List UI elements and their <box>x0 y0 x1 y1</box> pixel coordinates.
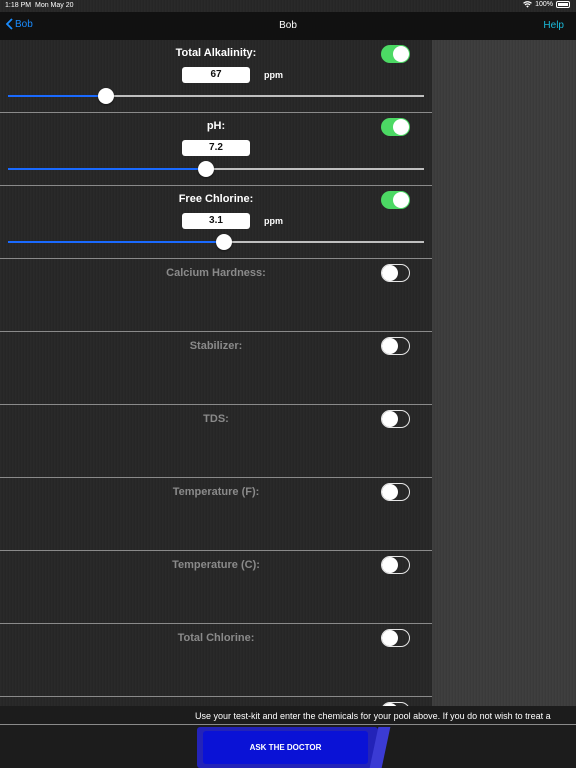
battery-icon <box>556 1 570 8</box>
row-free-chlorine: Free Chlorine: 3.1 ppm <box>0 186 432 259</box>
toggle-knob <box>393 119 409 135</box>
slider-thumb[interactable] <box>197 161 214 177</box>
toggle-calcium-hardness[interactable] <box>381 264 410 282</box>
toggle-total-alkalinity[interactable] <box>381 45 410 63</box>
slider-free-chlorine[interactable] <box>8 234 424 250</box>
row-ph: pH: 7.2 <box>0 113 432 186</box>
unit-label: ppm <box>264 70 283 80</box>
instruction-text: Use your test-kit and enter the chemical… <box>195 711 551 721</box>
row-total-alkalinity: Total Alkalinity: 67 ppm <box>0 40 432 113</box>
status-right: 100% <box>523 1 570 8</box>
toggle-knob <box>382 411 398 427</box>
slider-thumb[interactable] <box>216 234 233 250</box>
row-label: pH: <box>206 120 226 132</box>
wifi-icon <box>523 1 532 8</box>
value-field-total-alkalinity[interactable]: 67 <box>182 67 250 83</box>
toggle-stabilizer[interactable] <box>381 337 410 355</box>
status-bar: 1:18 PM Mon May 20 100% <box>0 0 576 12</box>
instruction-ticker: Use your test-kit and enter the chemical… <box>0 711 576 723</box>
battery-percent: 100% <box>535 1 553 8</box>
row-total-chlorine: Total Chlorine: <box>0 624 432 697</box>
status-date: Mon May 20 <box>35 2 74 9</box>
slider-fill <box>8 168 206 170</box>
bottom-area: Use your test-kit and enter the chemical… <box>0 706 576 768</box>
toggle-total-chlorine[interactable] <box>381 629 410 647</box>
row-label: TDS: <box>203 413 229 425</box>
button-wedge <box>369 727 391 768</box>
row-temperature-c: Temperature (C): <box>0 551 432 624</box>
row-temperature-f: Temperature (F): <box>0 478 432 551</box>
help-button[interactable]: Help <box>543 20 564 31</box>
slider-fill <box>8 95 106 97</box>
ask-the-doctor-label: ASK THE DOCTOR <box>203 731 368 764</box>
value-field-ph[interactable]: 7.2 <box>182 140 250 156</box>
row-tds: TDS: <box>0 405 432 478</box>
row-label: Total Chlorine: <box>177 632 255 644</box>
row-stabilizer: Stabilizer: <box>0 332 432 405</box>
toggle-knob <box>393 192 409 208</box>
toggle-knob <box>382 630 398 646</box>
chemical-list: Total Alkalinity: 67 ppm pH: 7.2 Free Ch… <box>0 40 432 697</box>
toggle-knob <box>382 484 398 500</box>
row-calcium-hardness: Calcium Hardness: <box>0 259 432 332</box>
value-field-free-chlorine[interactable]: 3.1 <box>182 213 250 229</box>
toggle-temperature-c[interactable] <box>381 556 410 574</box>
toggle-free-chlorine[interactable] <box>381 191 410 209</box>
row-label: Stabilizer: <box>189 340 243 352</box>
ask-the-doctor-button[interactable]: ASK THE DOCTOR <box>197 727 391 768</box>
slider-fill <box>8 241 225 243</box>
row-label: Total Alkalinity: <box>175 47 257 59</box>
toggle-knob <box>393 46 409 62</box>
toggle-temperature-f[interactable] <box>381 483 410 501</box>
status-time: 1:18 PM <box>5 2 32 9</box>
side-panel <box>432 40 576 706</box>
unit-label: ppm <box>264 216 283 226</box>
toggle-knob <box>382 265 398 281</box>
divider <box>0 724 576 725</box>
row-label: Calcium Hardness: <box>166 267 266 279</box>
slider-thumb[interactable] <box>97 88 114 104</box>
toggle-ph[interactable] <box>381 118 410 136</box>
navigation-bar: Bob Bob Help <box>0 12 576 40</box>
page-title: Bob <box>279 20 297 31</box>
row-label: Temperature (F): <box>172 486 260 498</box>
toggle-tds[interactable] <box>381 410 410 428</box>
toggle-knob <box>382 557 398 573</box>
slider-ph[interactable] <box>8 161 424 177</box>
screen: 1:18 PM Mon May 20 100% Bob Bob Help Tot… <box>0 0 576 768</box>
row-label: Free Chlorine: <box>178 193 254 205</box>
toggle-knob <box>382 338 398 354</box>
row-label: Temperature (C): <box>172 559 260 571</box>
slider-total-alkalinity[interactable] <box>8 88 424 104</box>
